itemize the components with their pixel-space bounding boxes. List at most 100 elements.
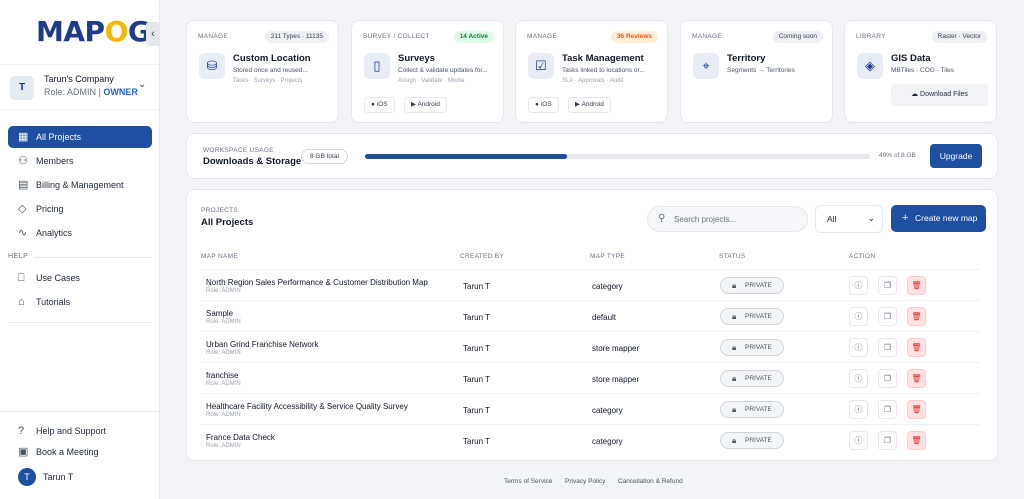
copy-icon: ❐: [883, 343, 892, 352]
clipboard-icon: ▯: [364, 53, 390, 79]
mapog-logo[interactable]: MAPOG: [36, 14, 151, 50]
table-row[interactable]: Sample Role: ADMIN Tarun T default 🔒︎ PRIVATE…: [201, 300, 979, 331]
info-button[interactable]: ⓘ: [849, 400, 868, 419]
trash-icon: 🗑︎: [911, 405, 922, 414]
card-territory[interactable]: MANAGE Coming soon ⌖ Territory Segments …: [680, 20, 833, 123]
delete-button[interactable]: 🗑︎: [907, 307, 926, 326]
table-row[interactable]: Urban Grind Franchise Network Role: ADMIN…: [201, 331, 979, 362]
play-icon: ▶: [575, 101, 580, 108]
apple-icon: ●: [371, 101, 375, 108]
ios-button[interactable]: ● iOS: [364, 97, 395, 113]
map-type: store mapper: [592, 344, 640, 353]
delete-button[interactable]: 🗑︎: [907, 431, 926, 450]
ios-button[interactable]: ● iOS: [528, 97, 559, 113]
user-name[interactable]: Tarun T: [43, 472, 73, 482]
terms-link[interactable]: Terms of Service: [504, 478, 552, 485]
created-by: Tarun T: [463, 282, 490, 291]
table-row[interactable]: franchise Role: ADMIN Tarun T store mapper 🔒…: [201, 362, 979, 393]
info-button[interactable]: ⓘ: [849, 369, 868, 388]
info-button[interactable]: ⓘ: [849, 338, 868, 357]
copy-button[interactable]: ❐: [878, 400, 897, 419]
card-custom-location[interactable]: MANAGE 211 Types · 11135 ⛁ Custom Locati…: [186, 20, 339, 123]
nav-item-help-support[interactable]: ? Help and Support: [8, 420, 152, 442]
workspace-usage-panel: WORKSPACE USAGE Downloads & Storage 8 GB…: [186, 133, 998, 179]
delete-button[interactable]: 🗑︎: [907, 276, 926, 295]
create-new-map-button[interactable]: + Create new map: [891, 205, 986, 232]
android-button[interactable]: ▶ Android: [404, 97, 447, 113]
checkbox-icon: ☑: [528, 53, 554, 79]
nav-item-book-meeting[interactable]: ▣ Book a Meeting: [8, 441, 152, 463]
projects-title: All Projects: [201, 217, 254, 228]
trash-icon: 🗑︎: [911, 374, 922, 383]
copy-button[interactable]: ❐: [878, 431, 897, 450]
android-button[interactable]: ▶ Android: [568, 97, 611, 113]
map-name[interactable]: Urban Grind Franchise Network: [206, 340, 318, 349]
lock-icon: 🔒︎: [732, 374, 737, 383]
nav-item-members[interactable]: ⚇ Members: [8, 150, 152, 172]
download-files-button[interactable]: ☁ Download Files: [891, 84, 988, 106]
nav-item-pricing[interactable]: ◇ Pricing: [8, 198, 152, 220]
map-type: default: [592, 313, 617, 322]
created-by: Tarun T: [463, 437, 490, 446]
upgrade-button[interactable]: Upgrade: [930, 144, 982, 168]
map-type: category: [592, 406, 623, 415]
map-name[interactable]: France Data Check: [206, 433, 275, 442]
map-name[interactable]: Healthcare Facility Accessibility & Serv…: [206, 402, 408, 411]
chevron-down-icon: ⌄: [867, 213, 875, 223]
map-role: Role: ADMIN: [206, 288, 241, 294]
map-role: Role: ADMIN: [206, 381, 241, 387]
map-name[interactable]: Sample: [206, 309, 233, 318]
table-row[interactable]: Healthcare Facility Accessibility & Serv…: [201, 393, 979, 424]
info-icon: ⓘ: [854, 374, 863, 383]
card-badge: 211 Types · 11135: [264, 31, 329, 43]
privacy-link[interactable]: Privacy Policy: [565, 478, 605, 485]
nav-item-analytics[interactable]: ∿ Analytics: [8, 222, 152, 244]
cloud-download-icon: ☁: [911, 91, 919, 98]
card-gis-data[interactable]: LIBRARY Raster · Vector ◈ GIS Data MBTil…: [844, 20, 997, 123]
map-name[interactable]: North Region Sales Performance & Custome…: [206, 278, 428, 287]
info-button[interactable]: ⓘ: [849, 307, 868, 326]
company-name: Tarun's Company: [44, 74, 114, 84]
copy-button[interactable]: ❐: [878, 307, 897, 326]
info-icon: ⓘ: [854, 436, 863, 445]
divider: [0, 411, 160, 412]
table-row[interactable]: France Data Check Role: ADMIN Tarun T categ…: [201, 424, 979, 455]
copy-button[interactable]: ❐: [878, 338, 897, 357]
copy-button[interactable]: ❐: [878, 369, 897, 388]
nav-item-use-cases[interactable]: ⎕ Use Cases: [8, 267, 152, 289]
info-button[interactable]: ⓘ: [849, 276, 868, 295]
refund-link[interactable]: Cancellation & Refund: [618, 478, 683, 485]
delete-button[interactable]: 🗑︎: [907, 400, 926, 419]
search-input[interactable]: [674, 212, 804, 227]
nav-item-tutorials[interactable]: ⌂ Tutorials: [8, 291, 152, 313]
delete-button[interactable]: 🗑︎: [907, 369, 926, 388]
card-task-management[interactable]: MANAGE 36 Reviews ☑ Task Management Task…: [515, 20, 668, 123]
copy-icon: ❐: [883, 405, 892, 414]
lock-icon: 🔒︎: [732, 405, 737, 414]
map-type: category: [592, 282, 623, 291]
created-by: Tarun T: [463, 313, 490, 322]
status-badge: 🔒︎ PRIVATE: [720, 370, 784, 387]
collapse-sidebar-button[interactable]: ‹: [146, 22, 160, 46]
chevron-down-icon: ⌄: [138, 79, 147, 90]
user-avatar[interactable]: T: [18, 468, 36, 486]
map-name[interactable]: franchise: [206, 371, 238, 380]
card-badge: 36 Reviews: [610, 31, 658, 43]
table-header: MAP NAME CREATED BY MAP TYPE STATUS ACTI…: [201, 253, 876, 260]
usage-progress-bar: [365, 154, 870, 159]
nav-item-all-projects[interactable]: ▦ All Projects: [8, 126, 152, 148]
copy-button[interactable]: ❐: [878, 276, 897, 295]
filter-select[interactable]: All ⌄: [815, 205, 883, 233]
projects-panel: PROJECTS All Projects ⚲ All ⌄ +Create ne…: [186, 189, 998, 461]
map-role: Role: ADMIN: [206, 350, 241, 356]
table-row[interactable]: North Region Sales Performance & Custome…: [201, 269, 979, 300]
card-surveys[interactable]: SURVEY / COLLECT 14 Active ▯ Surveys Col…: [351, 20, 504, 123]
map-pin-icon: ⌖: [693, 53, 719, 79]
created-by: Tarun T: [463, 406, 490, 415]
delete-button[interactable]: 🗑︎: [907, 338, 926, 357]
search-box[interactable]: ⚲: [647, 206, 808, 232]
info-button[interactable]: ⓘ: [849, 431, 868, 450]
nav-item-billing[interactable]: ▤ Billing & Management: [8, 174, 152, 196]
usage-title: Downloads & Storage: [203, 156, 302, 167]
company-switcher[interactable]: T Tarun's Company Role: ADMIN | OWNER ⌄: [0, 64, 160, 110]
